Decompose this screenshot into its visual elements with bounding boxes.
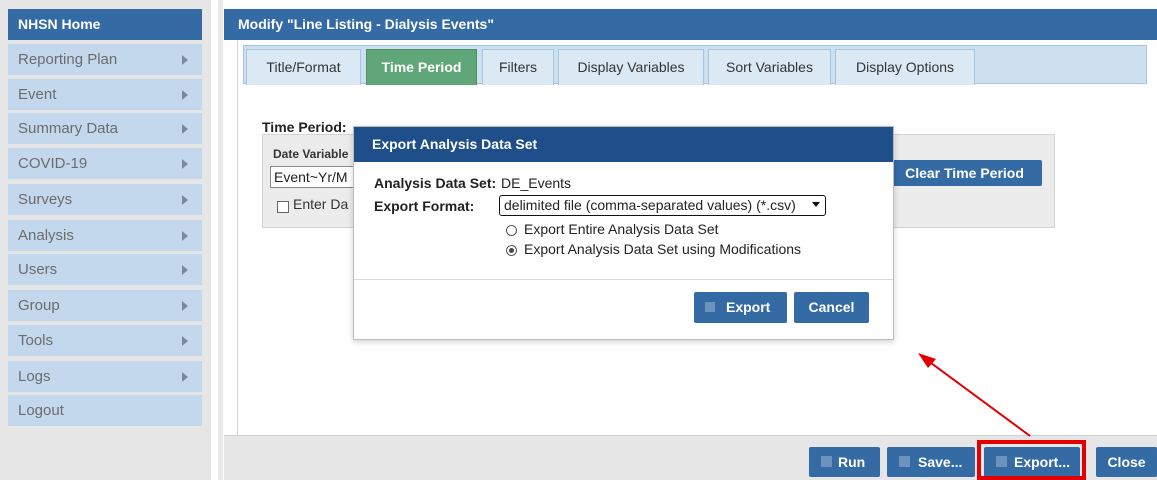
sidebar: NHSN Home Reporting Plan Event Summary D… bbox=[0, 0, 211, 480]
sidebar-item-summary-data[interactable]: Summary Data bbox=[8, 113, 202, 144]
chevron-right-icon bbox=[182, 265, 188, 275]
chevron-right-icon bbox=[182, 195, 188, 205]
export-format-value: delimited file (comma-separated values) … bbox=[504, 197, 796, 213]
tab-sort-variables[interactable]: Sort Variables bbox=[708, 49, 831, 85]
tab-time-period[interactable]: Time Period bbox=[366, 49, 477, 85]
sidebar-item-label: Logout bbox=[18, 402, 64, 419]
sidebar-item-surveys[interactable]: Surveys bbox=[8, 184, 202, 215]
dialog-export-button[interactable]: Export bbox=[694, 292, 787, 323]
sidebar-item-label: Event bbox=[18, 86, 57, 103]
sidebar-item-label: COVID-19 bbox=[18, 155, 88, 172]
save-button-label: Save... bbox=[918, 454, 963, 470]
date-variable-select[interactable]: Event~Yr/M bbox=[270, 166, 360, 188]
dialog-title: Export Analysis Data Set bbox=[354, 127, 893, 162]
export-icon bbox=[705, 302, 715, 312]
sidebar-item-label: Reporting Plan bbox=[18, 51, 118, 68]
chevron-right-icon bbox=[182, 124, 188, 134]
sidebar-item-logs[interactable]: Logs bbox=[8, 361, 202, 392]
save-icon bbox=[899, 456, 910, 467]
chevron-right-icon bbox=[182, 372, 188, 382]
radio-export-modifications[interactable] bbox=[506, 245, 517, 256]
sidebar-home-label: NHSN Home bbox=[18, 16, 101, 32]
radio-export-modifications-label: Export Analysis Data Set using Modificat… bbox=[524, 241, 802, 257]
sidebar-item-label: Logs bbox=[18, 368, 51, 385]
export-format-select[interactable]: delimited file (comma-separated values) … bbox=[499, 195, 826, 216]
tab-display-options[interactable]: Display Options bbox=[835, 49, 975, 85]
chevron-down-icon bbox=[812, 202, 820, 207]
chevron-right-icon bbox=[182, 336, 188, 346]
chevron-right-icon bbox=[182, 55, 188, 65]
sidebar-item-group[interactable]: Group bbox=[8, 290, 202, 321]
export-format-label: Export Format: bbox=[374, 198, 475, 214]
sidebar-item-covid-19[interactable]: COVID-19 bbox=[8, 148, 202, 179]
dialog-cancel-button[interactable]: Cancel bbox=[794, 292, 869, 323]
dialog-export-label: Export bbox=[726, 299, 771, 315]
chevron-right-icon bbox=[182, 90, 188, 100]
run-icon bbox=[821, 456, 832, 467]
sidebar-item-tools[interactable]: Tools bbox=[8, 325, 202, 356]
sidebar-item-label: Group bbox=[18, 297, 60, 314]
sidebar-item-logout[interactable]: Logout bbox=[8, 395, 202, 426]
chevron-right-icon bbox=[182, 231, 188, 241]
dialog-divider bbox=[354, 279, 893, 280]
export-dialog: Export Analysis Data Set Analysis Data S… bbox=[353, 126, 894, 340]
sidebar-item-label: Surveys bbox=[18, 191, 73, 208]
enter-date-label: Enter Da bbox=[293, 196, 349, 212]
sidebar-item-users[interactable]: Users bbox=[8, 254, 202, 285]
radio-export-entire-label: Export Entire Analysis Data Set bbox=[524, 221, 719, 237]
sidebar-divider bbox=[218, 0, 223, 480]
dataset-label: Analysis Data Set: bbox=[374, 175, 497, 191]
chevron-right-icon bbox=[182, 159, 188, 169]
close-button[interactable]: Close bbox=[1096, 447, 1157, 477]
tab-filters[interactable]: Filters bbox=[482, 49, 554, 85]
radio-export-entire[interactable] bbox=[506, 225, 517, 236]
sidebar-item-nhsn-home[interactable]: NHSN Home bbox=[8, 9, 202, 40]
dataset-value: DE_Events bbox=[501, 175, 572, 191]
export-highlight-box bbox=[977, 440, 1086, 480]
tab-title-format[interactable]: Title/Format bbox=[246, 49, 361, 85]
tab-display-variables[interactable]: Display Variables bbox=[558, 49, 704, 85]
sidebar-item-reporting-plan[interactable]: Reporting Plan bbox=[8, 44, 202, 75]
date-variable-label: Date Variable bbox=[273, 147, 349, 161]
page-title: Modify "Line Listing - Dialysis Events" bbox=[224, 9, 1157, 40]
save-button[interactable]: Save... bbox=[887, 447, 975, 477]
sidebar-item-analysis[interactable]: Analysis bbox=[8, 220, 202, 251]
enter-date-checkbox[interactable] bbox=[277, 201, 289, 213]
clear-time-period-button[interactable]: Clear Time Period bbox=[887, 160, 1042, 186]
time-period-label: Time Period: bbox=[262, 119, 347, 135]
sidebar-item-label: Analysis bbox=[18, 227, 74, 244]
sidebar-item-label: Tools bbox=[18, 332, 54, 349]
chevron-right-icon bbox=[182, 301, 188, 311]
run-button[interactable]: Run bbox=[809, 447, 880, 477]
sidebar-item-label: Summary Data bbox=[18, 120, 119, 137]
run-button-label: Run bbox=[838, 454, 866, 470]
sidebar-item-event[interactable]: Event bbox=[8, 79, 202, 110]
sidebar-item-label: Users bbox=[18, 261, 58, 278]
